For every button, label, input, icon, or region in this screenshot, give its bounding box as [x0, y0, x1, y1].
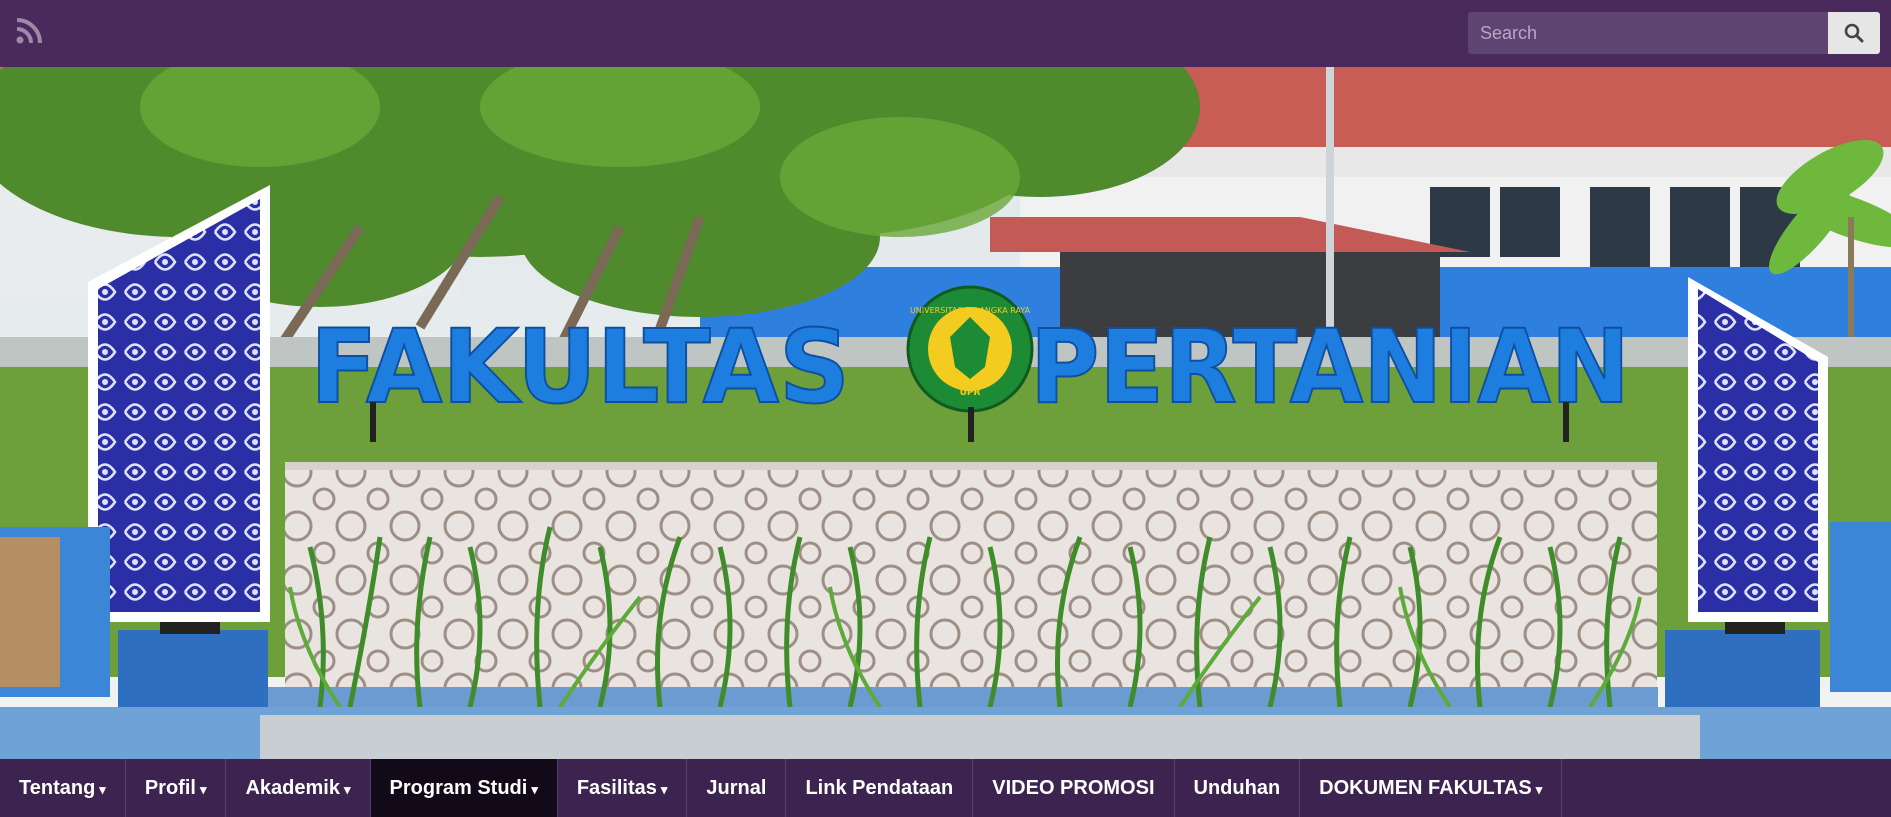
sign-text-pertanian: PERTANIAN	[1030, 308, 1630, 427]
sign-text-fakultas: FAKULTAS	[310, 308, 850, 427]
chevron-down-icon: ▾	[343, 782, 351, 797]
rss-icon[interactable]	[14, 16, 44, 46]
nav-item-program-studi[interactable]: Program Studi ▾	[370, 759, 558, 817]
nav-item-akademik[interactable]: Akademik ▾	[226, 759, 371, 817]
nav-item-label: Fasilitas	[576, 776, 657, 799]
chevron-down-icon: ▾	[1535, 782, 1543, 797]
nav-item-label: Jurnal	[706, 776, 767, 799]
nav-item-label: Link Pendataan	[805, 776, 954, 799]
hero-banner-image: FAKULTAS PERTANIAN UNIVERSITAS PALANGKA …	[0, 67, 1891, 759]
nav-item-dokumen-fakultas[interactable]: DOKUMEN FAKULTAS ▾	[1300, 759, 1563, 817]
nav-item-unduhan[interactable]: Unduhan	[1175, 759, 1301, 817]
main-nav: Tentang ▾ Profil ▾ Akademik ▾ Program St…	[0, 759, 1891, 817]
nav-item-label: VIDEO PROMOSI	[992, 776, 1155, 799]
nav-item-fasilitas[interactable]: Fasilitas ▾	[558, 759, 688, 817]
university-emblem: UNIVERSITAS PALANGKA RAYA UPR	[906, 285, 1034, 413]
emblem-text-top: UNIVERSITAS PALANGKA RAYA	[910, 306, 1031, 315]
nav-item-label: Program Studi	[389, 776, 528, 799]
nav-item-link-pendataan[interactable]: Link Pendataan	[786, 759, 974, 817]
search-icon	[1844, 23, 1864, 43]
nav-item-tentang[interactable]: Tentang ▾	[0, 759, 126, 817]
search-input[interactable]	[1468, 12, 1828, 54]
top-bar	[0, 0, 1891, 67]
chevron-down-icon: ▾	[660, 782, 668, 797]
search-form	[1468, 12, 1880, 54]
nav-item-jurnal[interactable]: Jurnal	[687, 759, 787, 817]
nav-item-label: DOKUMEN FAKULTAS	[1319, 776, 1532, 799]
chevron-down-icon: ▾	[531, 782, 538, 797]
chevron-down-icon: ▾	[199, 782, 207, 797]
nav-item-profil[interactable]: Profil ▾	[126, 759, 227, 817]
chevron-down-icon: ▾	[99, 782, 106, 797]
nav-item-video-promosi[interactable]: VIDEO PROMOSI	[973, 759, 1175, 817]
nav-item-label: Profil	[144, 776, 196, 799]
search-button[interactable]	[1828, 12, 1880, 54]
nav-item-label: Tentang	[19, 776, 96, 799]
nav-item-label: Akademik	[245, 776, 340, 799]
nav-item-label: Unduhan	[1193, 776, 1281, 799]
emblem-text-bottom: UPR	[960, 388, 981, 398]
